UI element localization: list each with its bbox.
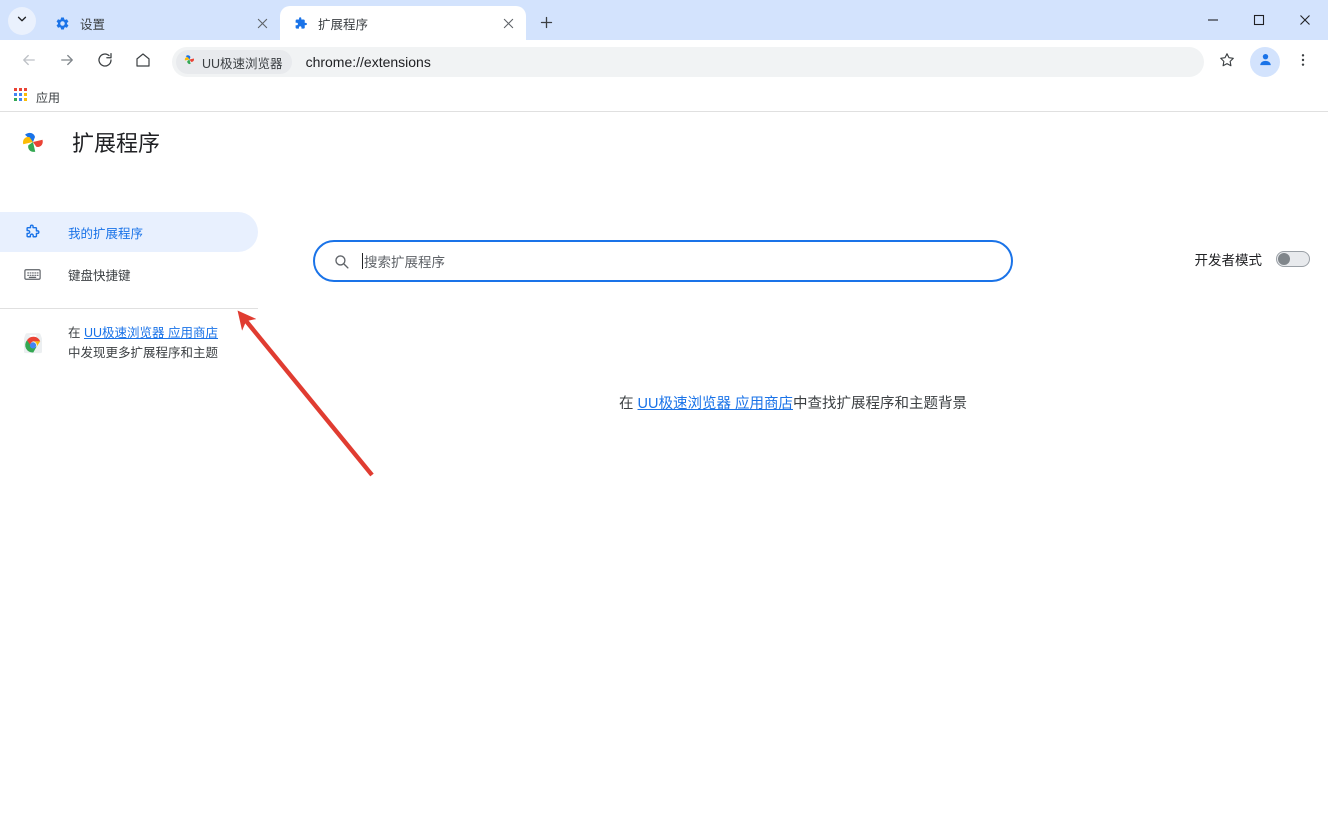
empty-state-prefix: 在 (619, 396, 638, 412)
new-tab-button[interactable] (532, 8, 560, 36)
text-caret (362, 253, 363, 269)
back-button[interactable] (14, 47, 44, 77)
browser-toolbar: UU极速浏览器 chrome://extensions (0, 40, 1328, 84)
arrow-left-icon (20, 51, 38, 74)
sidebar-item-label: 键盘快捷键 (68, 265, 131, 284)
window-controls (1190, 0, 1328, 40)
store-promo-link[interactable]: UU极速浏览器 应用商店 (84, 326, 218, 340)
gear-icon (54, 15, 70, 31)
forward-button[interactable] (52, 47, 82, 77)
puzzle-icon (292, 15, 308, 31)
arrow-right-icon (58, 51, 76, 74)
search-extensions-input[interactable]: 搜索扩展程序 (313, 240, 1013, 282)
puzzle-icon (22, 222, 42, 242)
address-bar-url[interactable]: chrome://extensions (306, 54, 1200, 70)
tab-search-button[interactable] (8, 7, 36, 35)
sidebar-divider (0, 308, 258, 309)
developer-mode-toggle[interactable] (1276, 251, 1310, 267)
chrome-web-store-icon (20, 330, 46, 356)
browser-menu-button[interactable] (1288, 47, 1318, 77)
empty-state-suffix: 中查找扩展程序和主题背景 (793, 396, 967, 412)
reload-button[interactable] (90, 47, 120, 77)
toggle-knob (1278, 253, 1290, 265)
person-icon (1257, 51, 1274, 73)
tab-settings[interactable]: 设置 (42, 6, 280, 40)
sidebar-item-label: 我的扩展程序 (68, 223, 143, 242)
bookmark-label: 应用 (36, 89, 60, 106)
home-button[interactable] (128, 47, 158, 77)
empty-state-store-link[interactable]: UU极速浏览器 应用商店 (638, 396, 793, 412)
store-promo-suffix: 中发现更多扩展程序和主题 (68, 346, 218, 360)
developer-mode-label: 开发者模式 (1195, 249, 1263, 269)
address-bar[interactable]: UU极速浏览器 chrome://extensions (172, 47, 1204, 77)
apps-grid-icon (14, 88, 28, 107)
extensions-header: 扩展程序 (0, 112, 1328, 172)
home-icon (134, 51, 152, 74)
star-icon (1218, 51, 1236, 74)
reload-icon (96, 51, 114, 74)
tab-strip: 设置 扩展程序 (0, 0, 1328, 40)
search-icon (333, 253, 350, 270)
three-dots-vertical-icon (1295, 52, 1311, 73)
empty-state-message: 在 UU极速浏览器 应用商店中查找扩展程序和主题背景 (0, 392, 1328, 413)
plus-icon (539, 15, 554, 30)
sidebar-item-keyboard-shortcuts[interactable]: 键盘快捷键 (0, 254, 258, 294)
page-title: 扩展程序 (72, 126, 160, 158)
tab-title: 扩展程序 (318, 14, 498, 33)
developer-mode-control: 开发者模式 (1195, 249, 1311, 269)
store-promo-prefix: 在 (68, 326, 84, 340)
keyboard-icon (22, 264, 42, 284)
window-minimize-button[interactable] (1190, 0, 1236, 40)
store-promo-text: 在 UU极速浏览器 应用商店 中发现更多扩展程序和主题 (68, 323, 218, 363)
chevron-down-icon (15, 12, 29, 31)
site-identity-label: UU极速浏览器 (202, 53, 283, 72)
sidebar-store-promo[interactable]: 在 UU极速浏览器 应用商店 中发现更多扩展程序和主题 (0, 321, 258, 365)
tab-title: 设置 (80, 14, 252, 33)
tab-close-button[interactable] (252, 13, 272, 33)
window-close-button[interactable] (1282, 0, 1328, 40)
bookmark-item-apps[interactable]: 应用 (10, 87, 68, 109)
sidebar-item-my-extensions[interactable]: 我的扩展程序 (0, 212, 258, 252)
pinwheel-icon (18, 127, 48, 157)
extensions-page: 扩展程序 搜索扩展程序 开发者模式 我的扩展程序 键盘快捷键 (0, 112, 1328, 832)
search-placeholder: 搜索扩展程序 (364, 251, 445, 271)
pinwheel-icon (182, 52, 197, 72)
bookmarks-bar: 应用 (0, 84, 1328, 112)
profile-button[interactable] (1250, 47, 1280, 77)
extensions-sidebar: 我的扩展程序 键盘快捷键 在 UU极速浏 (0, 212, 258, 365)
tab-close-button[interactable] (498, 13, 518, 33)
bookmark-button[interactable] (1212, 47, 1242, 77)
tab-extensions[interactable]: 扩展程序 (280, 6, 526, 40)
toolbar-right-actions (1212, 47, 1318, 77)
site-identity-chip[interactable]: UU极速浏览器 (176, 50, 292, 74)
window-maximize-button[interactable] (1236, 0, 1282, 40)
